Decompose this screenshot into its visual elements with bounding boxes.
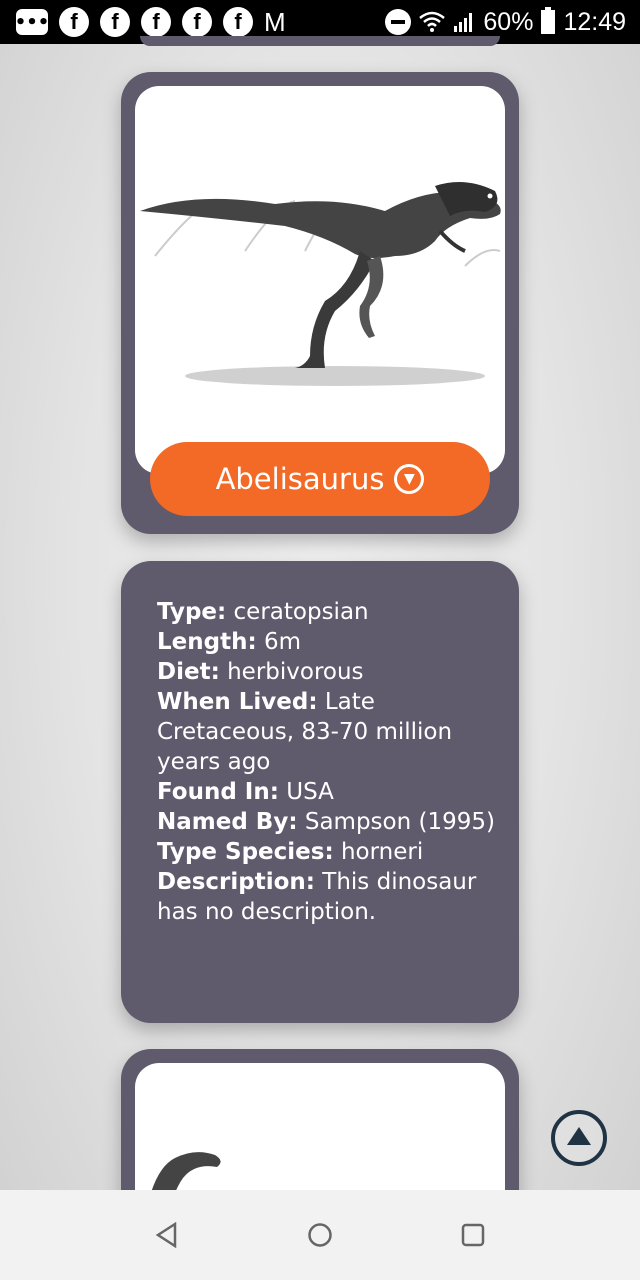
battery-icon [541,7,556,34]
back-icon [155,1222,176,1248]
home-button[interactable] [300,1215,340,1255]
clock: 12:49 [563,7,626,36]
signal-icon [454,13,473,32]
chevron-down-icon: ▼ [394,464,425,494]
info-named-by: Named By: Sampson (1995) [157,809,495,835]
facebook-icon: f [141,7,171,37]
info-text: Type: ceratopsian Length: 6m Diet: herbi… [157,597,497,927]
facebook-icon: f [59,7,89,37]
info-diet: Diet: herbivorous [157,659,364,685]
navigation-bar [0,1190,640,1280]
info-when-lived: When Lived: Late Cretaceous, 83-70 milli… [157,689,453,775]
recents-icon [462,1223,485,1247]
facebook-icon: f [182,7,212,37]
scroll-to-top-button[interactable] [551,1110,607,1166]
do-not-disturb-icon [385,9,412,35]
dinosaur-name: Abelisaurus [215,462,385,496]
arrow-up-icon [567,1127,591,1145]
info-type-species: Type Species: horneri [157,839,424,865]
info-found-in: Found In: USA [157,779,334,805]
facebook-icon: f [100,7,130,37]
gmail-icon: M [264,7,286,37]
dinosaur-image [135,86,505,474]
dinosaur-card: Abelisaurus ▼ [121,72,519,534]
dinosaur-illustration [140,182,501,386]
recents-button[interactable] [453,1215,493,1255]
home-icon [308,1223,332,1247]
info-description: Description: This dinosaur has no descri… [157,869,477,925]
back-button[interactable] [147,1215,187,1255]
previous-card-edge [140,36,500,46]
facebook-icon: f [223,7,253,37]
dinosaur-info-card: Type: ceratopsian Length: 6m Diet: herbi… [121,561,519,1023]
battery-percent: 60% [483,7,534,36]
info-type: Type: ceratopsian [157,599,369,625]
info-length: Length: 6m [157,629,302,655]
dinosaur-name-button[interactable]: Abelisaurus ▼ [150,442,490,516]
wifi-icon [419,11,446,32]
messages-icon: ••• [15,9,49,35]
